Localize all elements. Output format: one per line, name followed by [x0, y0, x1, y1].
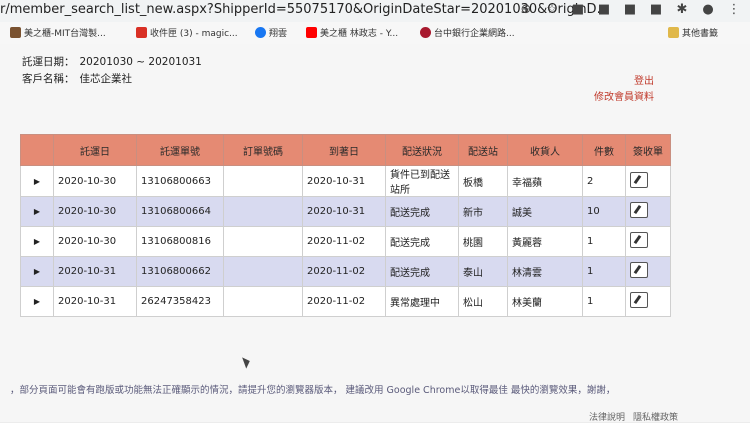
edit-document-icon[interactable] [630, 262, 648, 278]
bookmark-icon [10, 27, 21, 38]
column-header: 到著日 [302, 134, 386, 166]
browser-icons: ⊕ ☆ ■ ■ ■ ■ ✱ ● ⋮ [518, 2, 742, 17]
bank-icon [420, 27, 431, 38]
table-row: ▶ 2020-10-30 13106800816 2020-11-02 配送完成… [20, 226, 671, 257]
edit-document-icon[interactable] [630, 202, 648, 218]
table-row: ▶ 2020-10-30 13106800663 2020-10-31 貨件已到… [20, 165, 671, 197]
date-range: 託運日期： 20201030 ~ 20201031 [22, 56, 202, 68]
privacy-link[interactable]: 隱私權政策 [633, 410, 678, 423]
edit-document-icon[interactable] [630, 171, 648, 188]
bookmarks-bar: 美之櫃-MIT台灣製... 收件匣 (3) - magic... 翔雲 美之櫃 … [0, 22, 750, 45]
table-header-row: 託運日 託運單號 訂單號碼 到著日 配送狀況 配送站 收貨人 件數 簽收單 [20, 134, 671, 166]
bookmark-folder[interactable]: 其他書籤 [668, 26, 718, 39]
extension-icon[interactable]: ■ [622, 2, 638, 17]
page-content: 託運日期： 20201030 ~ 20201031 客戶名稱： 佳芯企業社 登出 修… [0, 44, 750, 423]
column-header: 訂單號碼 [223, 134, 303, 166]
logout-link[interactable]: 登出 [634, 72, 654, 87]
extension-icon[interactable]: ■ [570, 2, 586, 17]
bookmark-item[interactable]: 台中銀行企業網路... [420, 26, 515, 39]
puzzle-icon[interactable]: ✱ [674, 2, 690, 17]
edit-document-icon[interactable] [630, 292, 648, 308]
avatar[interactable]: ● [700, 2, 716, 17]
sign-receipt-cell [625, 165, 671, 197]
sign-receipt-cell [625, 196, 671, 227]
edit-document-icon[interactable] [630, 232, 648, 248]
customer-name: 客戶名稱： 佳芯企業社 [22, 73, 132, 85]
expand-arrow-icon[interactable]: ▶ [20, 286, 54, 317]
column-header: 簽收單 [625, 134, 671, 166]
menu-icon[interactable]: ⋮ [726, 2, 742, 17]
expand-arrow-icon[interactable]: ▶ [20, 256, 54, 287]
edit-member-link[interactable]: 修改會員資料 [594, 88, 654, 103]
star-icon[interactable]: ☆ [544, 2, 560, 17]
gmail-icon [136, 27, 147, 38]
extension-icon[interactable]: ■ [596, 2, 612, 17]
column-header: 件數 [582, 134, 626, 166]
footer-links: 法律說明 隱私權政策 [589, 410, 678, 423]
youtube-icon [306, 27, 317, 38]
bookmark-item[interactable]: 美之櫃 林政志 - Y... [306, 26, 398, 39]
column-header: 託運日 [53, 134, 137, 166]
table-row: ▶ 2020-10-31 26247358423 2020-11-02 異常處理… [20, 286, 671, 317]
legal-link[interactable]: 法律說明 [589, 410, 625, 423]
mouse-cursor-icon [242, 355, 252, 369]
column-header: 收貨人 [507, 134, 583, 166]
shipment-table: 託運日 託運單號 訂單號碼 到著日 配送狀況 配送站 收貨人 件數 簽收單 ▶ … [20, 134, 671, 317]
bookmark-item[interactable]: 美之櫃-MIT台灣製... [10, 26, 106, 39]
column-header: 託運單號 [136, 134, 224, 166]
folder-icon [668, 27, 679, 38]
facebook-icon [255, 27, 266, 38]
browser-toolbar: r/member_search_list_new.aspx?ShipperId=… [0, 0, 750, 23]
expand-arrow-icon[interactable]: ▶ [20, 196, 54, 227]
browser-notice: ，部分頁面可能會有跑版或功能無法正確顯示的情況，請提升您的瀏覽器版本， 建議改用… [10, 385, 616, 396]
bookmark-item[interactable]: 收件匣 (3) - magic... [136, 26, 238, 39]
zoom-icon[interactable]: ⊕ [518, 2, 534, 17]
expand-arrow-icon[interactable]: ▶ [20, 165, 54, 197]
column-header: 配送站 [458, 134, 508, 166]
expand-arrow-icon[interactable]: ▶ [20, 226, 54, 257]
bookmark-item[interactable]: 翔雲 [255, 26, 287, 39]
expand-column-header [20, 134, 54, 166]
sign-receipt-cell [625, 226, 671, 257]
sign-receipt-cell [625, 256, 671, 287]
table-row: ▶ 2020-10-30 13106800664 2020-10-31 配送完成… [20, 196, 671, 227]
table-row: ▶ 2020-10-31 13106800662 2020-11-02 配送完成… [20, 256, 671, 287]
extension-icon[interactable]: ■ [648, 2, 664, 17]
column-header: 配送狀況 [385, 134, 459, 166]
sign-receipt-cell [625, 286, 671, 317]
